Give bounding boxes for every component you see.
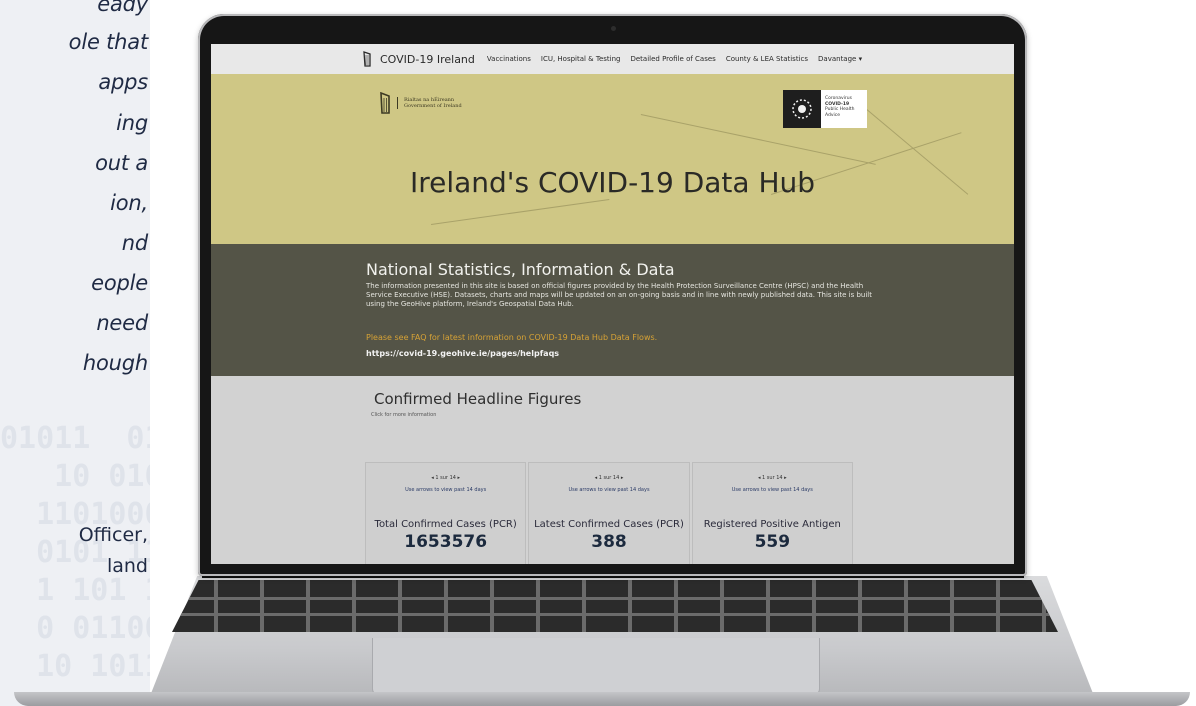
card-label: Latest Confirmed Cases (PCR) — [534, 519, 684, 530]
quote-line: ion, — [110, 191, 148, 215]
nav-item-detailed-profile[interactable]: Detailed Profile of Cases — [630, 55, 715, 63]
card-value: 1653576 — [404, 532, 488, 552]
card-pager[interactable]: ◂ 1 sur 14 ▸ — [366, 475, 525, 481]
headline-card-total-confirmed[interactable]: ◂ 1 sur 14 ▸ Use arrows to view past 14 … — [365, 462, 527, 564]
headline-figures-section: Confirmed Headline Figures Click for mor… — [211, 376, 1014, 564]
laptop-front-edge — [14, 692, 1190, 706]
attribution-line: land — [106, 555, 148, 577]
card-pager[interactable]: ◂ 1 sur 14 ▸ — [529, 475, 688, 481]
faq-url-link[interactable]: https://covid-19.geohive.ie/pages/helpfa… — [366, 349, 559, 358]
gov-logo-english-text: Government of Ireland — [404, 103, 462, 109]
quote-line: ing — [116, 111, 148, 135]
badge-line: Coronavirus — [825, 96, 852, 101]
harp-emblem-icon — [380, 92, 390, 114]
attribution-line: Officer, — [78, 524, 148, 546]
nav-item-davantage-dropdown[interactable]: Davantage ▾ — [818, 55, 862, 63]
laptop-screen: COVID-19 Ireland Vaccinations ICU, Hospi… — [211, 44, 1014, 564]
nav-brand-link[interactable]: COVID-19 Ireland — [380, 53, 475, 66]
covid-advice-badge[interactable]: Coronavirus COVID-19 Public Health Advic… — [783, 90, 867, 128]
map-line — [431, 198, 610, 225]
faq-link[interactable]: Please see FAQ for latest information on… — [366, 333, 657, 342]
card-value: 388 — [591, 532, 627, 552]
section-title: National Statistics, Information & Data — [366, 260, 675, 279]
quote-line: eople — [91, 271, 148, 295]
headline-card-positive-antigen[interactable]: ◂ 1 sur 14 ▸ Use arrows to view past 14 … — [691, 462, 853, 564]
site-navbar: COVID-19 Ireland Vaccinations ICU, Hospi… — [211, 44, 1014, 74]
laptop-lid: COVID-19 Ireland Vaccinations ICU, Hospi… — [198, 14, 1027, 576]
card-label: Registered Positive Antigen — [703, 519, 841, 530]
card-hint: Use arrows to view past 14 days — [731, 487, 813, 493]
quote-line: eady — [97, 0, 148, 16]
government-logo: Rialtas na hÉireann Government of Irelan… — [379, 92, 462, 114]
section-subtitle: Click for more information — [371, 412, 437, 418]
laptop-keyboard — [172, 580, 1058, 632]
quote-line: ole that — [68, 30, 149, 54]
nav-item-vaccinations[interactable]: Vaccinations — [487, 55, 531, 63]
page-title: Ireland's COVID-19 Data Hub — [409, 166, 816, 199]
laptop-trackpad — [372, 638, 820, 695]
quote-line: apps — [98, 70, 148, 94]
harp-logo-icon[interactable] — [362, 51, 372, 67]
section-title: Confirmed Headline Figures — [374, 390, 582, 408]
headline-cards: ◂ 1 sur 14 ▸ Use arrows to view past 14 … — [365, 462, 855, 564]
quote-line: need — [96, 311, 148, 335]
card-hint: Use arrows to view past 14 days — [405, 487, 487, 493]
section-description: The information presented in this site i… — [366, 282, 872, 308]
nav-item-icu-hospital-testing[interactable]: ICU, Hospital & Testing — [541, 55, 621, 63]
card-label: Total Confirmed Cases (PCR) — [374, 519, 517, 530]
quote-line: hough — [82, 351, 148, 375]
national-statistics-section: National Statistics, Information & Data … — [211, 244, 1014, 376]
card-value: 559 — [754, 532, 791, 552]
badge-line: Public Health — [825, 107, 855, 112]
nav-item-county-lea[interactable]: County & LEA Statistics — [726, 55, 808, 63]
badge-line: Advice — [825, 112, 841, 118]
card-pager[interactable]: ◂ 1 sur 14 ▸ — [693, 475, 852, 481]
camera-icon — [611, 26, 616, 31]
virus-icon — [783, 90, 821, 128]
headline-card-latest-confirmed[interactable]: ◂ 1 sur 14 ▸ Use arrows to view past 14 … — [528, 462, 690, 564]
card-hint: Use arrows to view past 14 days — [568, 487, 650, 493]
hero-banner: Rialtas na hÉireann Government of Irelan… — [211, 74, 1014, 244]
quote-line: nd — [121, 231, 148, 255]
quote-line: out a — [95, 151, 148, 175]
quote-panel: 01011 01 10 010 10 1101000 0101 111 1 10… — [0, 0, 150, 706]
